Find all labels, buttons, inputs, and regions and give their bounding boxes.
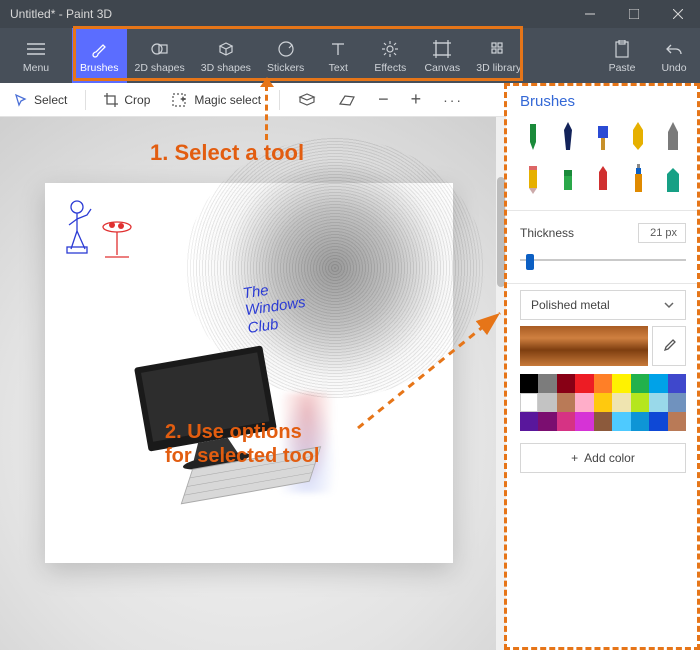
maximize-button[interactable]	[612, 0, 656, 28]
thickness-slider[interactable]	[520, 253, 686, 267]
doodle-person	[57, 195, 147, 275]
palette-color[interactable]	[649, 393, 667, 412]
tab-stickers[interactable]: Stickers	[259, 28, 312, 83]
eyedropper-button[interactable]	[652, 326, 686, 366]
current-color-swatch[interactable]	[520, 326, 648, 366]
eyedropper-icon	[661, 338, 677, 354]
cursor-icon	[14, 93, 28, 107]
brush-spray[interactable]	[624, 162, 651, 196]
brush-watercolor[interactable]	[624, 120, 651, 154]
stickers-icon	[277, 38, 295, 60]
palette-color[interactable]	[557, 412, 575, 431]
more-button[interactable]: ···	[435, 88, 471, 112]
palette-color[interactable]	[612, 393, 630, 412]
library-icon	[490, 38, 508, 60]
palette-color[interactable]	[649, 412, 667, 431]
palette-color[interactable]	[631, 374, 649, 393]
shapes-3d-icon	[217, 38, 235, 60]
tab-canvas[interactable]: Canvas	[416, 28, 468, 83]
paste-icon	[614, 38, 630, 60]
menu-icon	[27, 38, 45, 60]
magic-select-icon	[172, 93, 188, 107]
palette-color[interactable]	[668, 374, 686, 393]
side-panel: Brushes Thickness 21 px Polished metal +…	[506, 83, 700, 650]
undo-button[interactable]: Undo	[648, 28, 700, 83]
viewflat-icon	[338, 93, 356, 107]
brush-oil[interactable]	[590, 120, 617, 154]
brush-grid	[506, 116, 700, 206]
palette-color[interactable]	[649, 374, 667, 393]
magic-select-tool[interactable]: Magic select	[164, 89, 269, 111]
palette-color[interactable]	[575, 393, 593, 412]
palette-color[interactable]	[594, 374, 612, 393]
tab-2d-shapes[interactable]: 2D shapes	[127, 28, 193, 83]
brush-calligraphy[interactable]	[555, 120, 582, 154]
select-tool[interactable]: Select	[6, 89, 75, 111]
view-flat-button[interactable]	[330, 89, 364, 111]
palette-color[interactable]	[594, 412, 612, 431]
brush-icon	[90, 38, 108, 60]
undo-icon	[665, 38, 683, 60]
palette-color[interactable]	[520, 412, 538, 431]
view3d-icon	[298, 93, 316, 107]
shapes-2d-icon	[151, 38, 169, 60]
palette-color[interactable]	[538, 412, 556, 431]
add-color-button[interactable]: + Add color	[520, 443, 686, 473]
zoom-out-button[interactable]: −	[370, 85, 397, 114]
side-panel-title: Brushes	[506, 83, 700, 116]
palette-color[interactable]	[668, 412, 686, 431]
brush-pencil[interactable]	[520, 162, 547, 196]
brush-fill[interactable]	[659, 162, 686, 196]
palette-color[interactable]	[538, 393, 556, 412]
crop-icon	[104, 93, 118, 107]
palette-color[interactable]	[594, 393, 612, 412]
material-dropdown[interactable]: Polished metal	[520, 290, 686, 320]
palette-color[interactable]	[612, 412, 630, 431]
color-palette	[520, 374, 686, 431]
palette-color[interactable]	[631, 393, 649, 412]
canvas-text: The Windows Club	[242, 277, 309, 337]
palette-color[interactable]	[575, 412, 593, 431]
title-bar: Untitled* - Paint 3D	[0, 0, 700, 28]
slider-thumb[interactable]	[526, 254, 534, 270]
tab-brushes[interactable]: Brushes	[72, 28, 127, 83]
tab-3d-library[interactable]: 3D library	[468, 28, 529, 83]
thickness-value[interactable]: 21 px	[638, 223, 686, 243]
palette-color[interactable]	[631, 412, 649, 431]
tab-text[interactable]: Text	[312, 28, 364, 83]
palette-color[interactable]	[520, 393, 538, 412]
effects-icon	[381, 38, 399, 60]
window-title: Untitled* - Paint 3D	[10, 7, 112, 21]
scrollbar-thumb[interactable]	[497, 177, 505, 287]
minimize-button[interactable]	[568, 0, 612, 28]
palette-color[interactable]	[520, 374, 538, 393]
brush-crayon[interactable]	[590, 162, 617, 196]
annotation-arrow-2	[350, 308, 510, 438]
zoom-in-button[interactable]: +	[403, 85, 430, 114]
palette-color[interactable]	[575, 374, 593, 393]
chevron-down-icon	[663, 299, 675, 311]
computer-drawing	[125, 343, 335, 523]
paste-button[interactable]: Paste	[596, 28, 648, 83]
palette-color[interactable]	[612, 374, 630, 393]
text-icon	[330, 38, 346, 60]
canvas-icon	[433, 38, 451, 60]
annotation-arrow-1	[265, 85, 269, 140]
close-button[interactable]	[656, 0, 700, 28]
brush-pixel[interactable]	[659, 120, 686, 154]
palette-color[interactable]	[538, 374, 556, 393]
tab-effects[interactable]: Effects	[364, 28, 416, 83]
plus-icon: +	[571, 451, 578, 465]
brush-eraser[interactable]	[555, 162, 582, 196]
thickness-label: Thickness	[520, 226, 574, 240]
view-3d-button[interactable]	[290, 89, 324, 111]
brush-marker[interactable]	[520, 120, 547, 154]
tab-3d-shapes[interactable]: 3D shapes	[193, 28, 259, 83]
main-toolbar: Menu Brushes 2D shapes 3D shapes Sticker…	[0, 28, 700, 83]
palette-color[interactable]	[668, 393, 686, 412]
menu-button[interactable]: Menu	[0, 28, 72, 83]
palette-color[interactable]	[557, 374, 575, 393]
palette-color[interactable]	[557, 393, 575, 412]
crop-tool[interactable]: Crop	[96, 89, 158, 111]
